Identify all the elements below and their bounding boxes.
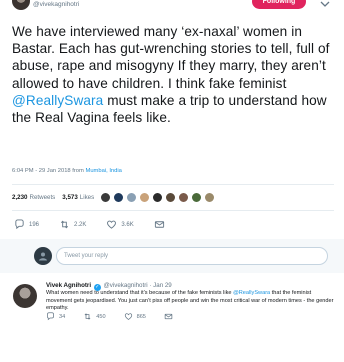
- reply-mention-link[interactable]: @ReallySwara: [233, 290, 270, 296]
- reply-author-avatar[interactable]: [13, 284, 37, 308]
- reply-composer: Tweet your reply: [0, 239, 344, 273]
- liker-avatar[interactable]: [126, 191, 138, 203]
- timestamp-text[interactable]: 6:04 PM - 29 Jan 2018 from: [12, 168, 84, 174]
- likes-label: Likes: [79, 193, 95, 201]
- retweet-icon: [84, 313, 91, 320]
- liker-avatar[interactable]: [191, 191, 203, 203]
- reply-author-handle[interactable]: @vivekagnihotri: [104, 282, 148, 289]
- liker-avatar[interactable]: [113, 191, 125, 203]
- chevron-down-icon[interactable]: [320, 0, 330, 8]
- retweet-action[interactable]: 2.2K: [59, 219, 86, 230]
- tweet-timestamp: 6:04 PM - 29 Jan 2018 from Mumbai, India: [12, 168, 122, 174]
- like-action[interactable]: 3.6K: [106, 219, 134, 230]
- tweet-actions: 196 2.2K 3.6K: [14, 219, 189, 230]
- tweet-stats: 2,230 Retweets 3,573 Likes: [12, 189, 217, 205]
- tweet-header: @vivekagnihotri Following: [0, 0, 344, 12]
- author-handle[interactable]: @vivekagnihotri: [33, 1, 79, 8]
- heart-icon: [124, 313, 132, 320]
- retweets-stat[interactable]: 2,230 Retweets: [12, 194, 55, 201]
- reply-text: What women need to understand that it’s …: [46, 290, 336, 313]
- following-button[interactable]: Following: [252, 0, 306, 9]
- reply-icon: [15, 219, 24, 230]
- message-action[interactable]: [154, 219, 169, 230]
- likes-stat[interactable]: 3,573 Likes: [62, 194, 94, 201]
- retweet-icon: [60, 220, 69, 229]
- tweet-text-part: We have interviewed many ‘ex-naxal’ wome…: [12, 24, 330, 91]
- reply-author-name[interactable]: Vivek Agnihotri: [46, 282, 91, 289]
- reply-date[interactable]: · Jan 29: [149, 282, 171, 289]
- location-link[interactable]: Mumbai, India: [85, 168, 121, 174]
- envelope-icon: [164, 313, 173, 320]
- reply-like-action[interactable]: 865: [124, 312, 146, 321]
- divider: [12, 210, 334, 211]
- reply-retweet-action[interactable]: 450: [83, 312, 106, 321]
- reply-reply-action[interactable]: 34: [46, 312, 65, 321]
- retweet-count: 2.2K: [74, 221, 87, 228]
- mention-link[interactable]: @ReallySwara: [12, 93, 103, 108]
- reply-like-count: 865: [136, 313, 146, 320]
- retweets-count: 2,230: [12, 193, 28, 201]
- liker-avatar[interactable]: [204, 191, 216, 203]
- reply-text-part: What women need to understand that it’s …: [46, 290, 234, 296]
- reply-action[interactable]: 196: [14, 219, 39, 230]
- liker-avatar[interactable]: [178, 191, 190, 203]
- liker-avatars: [100, 191, 217, 203]
- heart-icon: [107, 220, 117, 229]
- tweet-text: We have interviewed many ‘ex-naxal’ wome…: [12, 23, 338, 126]
- author-avatar[interactable]: [12, 0, 30, 10]
- user-avatar: [34, 247, 52, 265]
- reply-reply-count: 34: [59, 313, 66, 320]
- reply-count: 196: [29, 221, 40, 228]
- like-count: 3.6K: [121, 221, 134, 228]
- divider: [12, 184, 334, 185]
- reply-icon: [47, 312, 54, 321]
- reply-input[interactable]: Tweet your reply: [56, 247, 328, 265]
- retweets-label: Retweets: [29, 193, 56, 201]
- liker-avatar[interactable]: [165, 191, 177, 203]
- likes-count: 3,573: [62, 193, 78, 201]
- reply-actions: 34 450 865: [46, 312, 195, 321]
- user-icon: [39, 252, 47, 261]
- reply-retweet-count: 450: [96, 313, 106, 320]
- reply-message-action[interactable]: [164, 312, 177, 321]
- envelope-icon: [154, 221, 164, 228]
- liker-avatar[interactable]: [100, 191, 112, 203]
- liker-avatar[interactable]: [152, 191, 164, 203]
- liker-avatar[interactable]: [139, 191, 151, 203]
